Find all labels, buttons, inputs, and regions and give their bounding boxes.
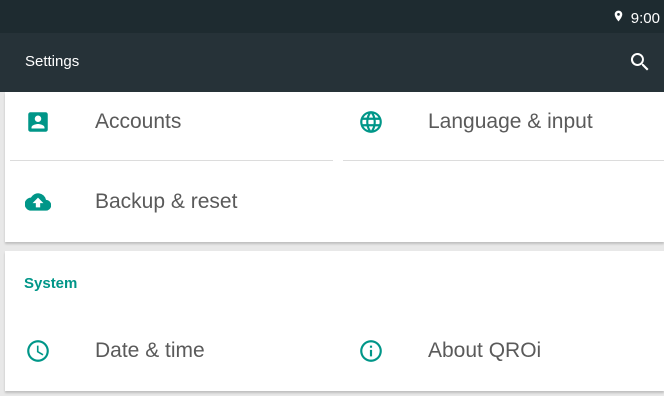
location-pin-icon <box>612 8 625 28</box>
search-button[interactable] <box>628 50 652 74</box>
account-box-icon <box>25 109 51 135</box>
settings-item-language-input[interactable]: Language & input <box>338 92 664 152</box>
settings-item-about[interactable]: About QROi <box>338 321 664 381</box>
settings-item-label: Backup & reset <box>95 190 238 213</box>
clock-icon <box>25 338 51 364</box>
section-header-system: System <box>24 275 78 292</box>
settings-card-personal: Accounts Language & input Backup & reset <box>5 92 664 242</box>
page-title: Settings <box>25 53 80 70</box>
search-icon <box>630 53 649 71</box>
settings-card-system: System Date & time About QROi <box>5 251 664 391</box>
settings-item-backup-reset[interactable]: Backup & reset <box>5 172 335 232</box>
status-right: 9:00 <box>612 8 660 28</box>
settings-item-date-time[interactable]: Date & time <box>5 321 335 381</box>
globe-icon <box>358 109 384 135</box>
info-icon <box>358 338 384 364</box>
status-bar: 9:00 <box>0 0 664 33</box>
status-time: 9:00 <box>630 9 660 27</box>
settings-item-label: About QROi <box>428 339 542 362</box>
divider <box>10 160 333 161</box>
cloud-upload-icon <box>24 189 52 215</box>
settings-item-label: Date & time <box>95 339 205 362</box>
divider <box>343 160 664 161</box>
app-bar: Settings <box>0 33 664 92</box>
settings-item-label: Accounts <box>95 110 182 133</box>
settings-item-label: Language & input <box>428 110 593 133</box>
settings-item-accounts[interactable]: Accounts <box>5 92 335 152</box>
